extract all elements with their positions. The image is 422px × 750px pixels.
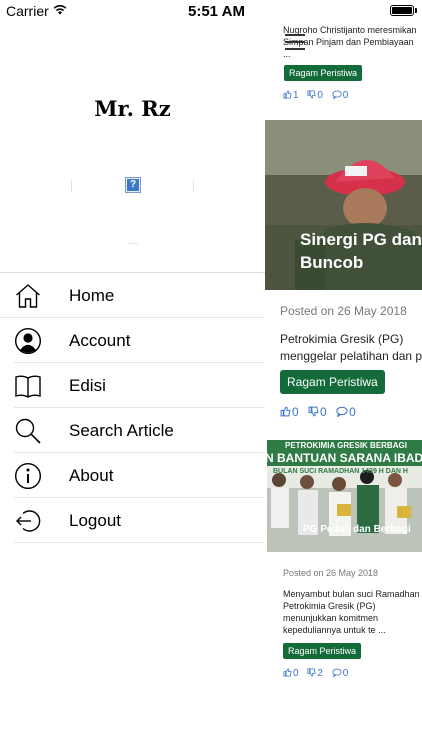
dislike-count[interactable]: 2 xyxy=(307,668,323,679)
menu-item-label: Edisi xyxy=(69,376,106,395)
like-count[interactable]: 1 xyxy=(283,90,299,101)
profile-name: Mr. Rz xyxy=(94,96,171,121)
like-count[interactable]: 0 xyxy=(283,668,299,679)
article-excerpt: Menyambut bulan suci Ramadhan Petrokimia… xyxy=(283,589,420,635)
thumbs-up-icon xyxy=(283,90,292,99)
drawer-menu: Home Account Edisi Search Article About … xyxy=(0,272,265,543)
menu-item-account[interactable]: Account xyxy=(14,318,265,363)
menu-item-home[interactable]: Home xyxy=(0,273,265,318)
info-icon xyxy=(14,462,42,490)
dislike-count[interactable]: 0 xyxy=(307,90,323,101)
banner-text: N BANTUAN SARANA IBADA xyxy=(267,451,422,465)
category-tag[interactable]: Ragam Peristiwa xyxy=(283,643,362,659)
article-feed: Nugroho Christijanto meresmikan Simpan P… xyxy=(265,22,422,750)
comment-count[interactable]: 0 xyxy=(336,405,356,419)
category-tag[interactable]: Ragam Peristiwa xyxy=(280,370,385,394)
book-icon xyxy=(15,375,41,398)
menu-item-label: Logout xyxy=(69,511,121,530)
menu-item-edisi[interactable]: Edisi xyxy=(14,363,265,408)
thumbs-up-icon xyxy=(280,406,291,417)
article-stats: 0 2 0 xyxy=(283,668,354,679)
clock: 5:51 AM xyxy=(188,3,245,20)
menu-item-logout[interactable]: Logout xyxy=(14,498,265,543)
comment-icon xyxy=(336,406,348,418)
divider xyxy=(128,243,138,244)
comment-count[interactable]: 0 xyxy=(332,90,348,101)
menu-item-label: Search Article xyxy=(69,421,174,440)
article-excerpt: Petrokimia Gresik (PG) menggelar pelatih… xyxy=(280,332,422,363)
wifi-icon xyxy=(53,5,67,15)
thumbs-up-icon xyxy=(283,668,292,677)
posted-date: Posted on 26 May 2018 xyxy=(280,304,407,318)
battery-icon xyxy=(390,5,414,16)
menu-icon[interactable] xyxy=(285,34,305,55)
comment-icon xyxy=(332,668,342,678)
battery-tip xyxy=(415,8,417,13)
avatar[interactable]: ? xyxy=(125,177,141,193)
thumbs-down-icon xyxy=(307,668,316,677)
home-icon xyxy=(16,284,40,308)
account-icon xyxy=(14,327,42,355)
broken-image-icon: ? xyxy=(127,179,139,191)
thumbs-down-icon xyxy=(307,90,316,99)
menu-item-label: About xyxy=(69,466,114,485)
article-title[interactable]: Sinergi PG dan Buncob xyxy=(300,228,422,274)
banner-text: BULAN SUCI RAMADHAN 1439 H DAN H xyxy=(273,468,408,475)
carrier-label: Carrier xyxy=(6,3,49,19)
logout-icon xyxy=(16,510,41,532)
comment-count[interactable]: 0 xyxy=(332,668,348,679)
banner-text: PETROKIMIA GRESIK BERBAGI xyxy=(285,441,407,450)
article-title[interactable]: PG Peduli dan Berbagi xyxy=(303,524,411,535)
article-stats: 1 0 0 xyxy=(283,90,354,101)
menu-item-about[interactable]: About xyxy=(14,453,265,498)
side-drawer: Mr. Rz ? Home Account Edisi Search Artic… xyxy=(0,22,265,750)
menu-item-label: Account xyxy=(69,331,131,350)
category-tag[interactable]: Ragam Peristiwa xyxy=(284,65,363,81)
like-count[interactable]: 0 xyxy=(280,405,299,419)
status-bar: Carrier 5:51 AM xyxy=(0,0,422,22)
menu-item-label: Home xyxy=(69,286,115,305)
divider xyxy=(71,180,72,192)
comment-icon xyxy=(332,90,342,100)
dislike-count[interactable]: 0 xyxy=(308,405,327,419)
search-icon xyxy=(15,418,41,444)
article-photo[interactable]: PETROKIMIA GRESIK BERBAGI N BANTUAN SARA… xyxy=(267,440,422,552)
thumbs-down-icon xyxy=(308,406,319,417)
article-stats: 0 0 0 xyxy=(280,405,362,419)
menu-item-search-article[interactable]: Search Article xyxy=(14,408,265,453)
divider xyxy=(193,180,194,192)
posted-date: Posted on 26 May 2018 xyxy=(283,568,379,578)
